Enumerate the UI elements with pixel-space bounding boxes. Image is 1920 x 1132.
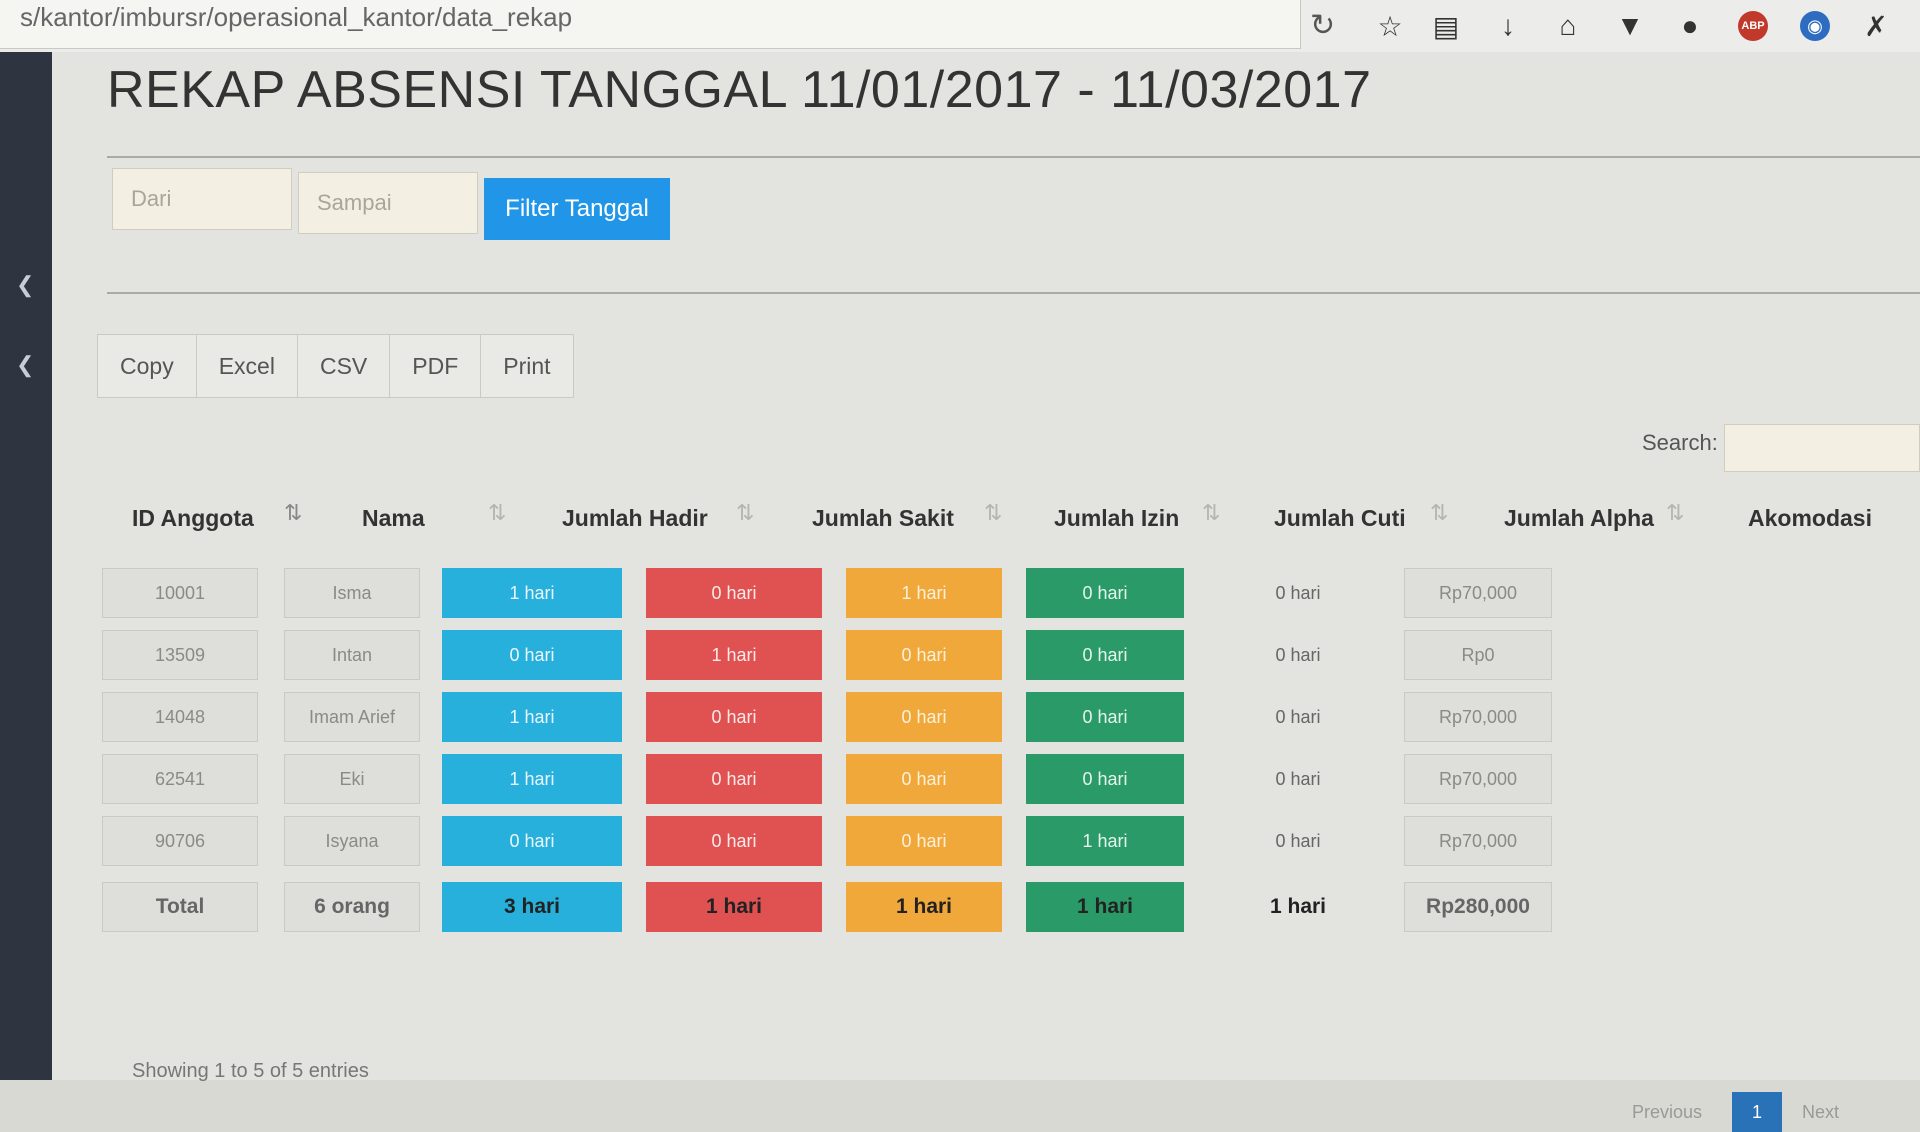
collapse-arrow-icon[interactable]: ❮	[16, 272, 34, 298]
cell-cuti: 0 hari	[1026, 568, 1184, 618]
print-button[interactable]: Print	[480, 334, 574, 398]
globe-icon[interactable]: ◉	[1800, 11, 1830, 41]
column-header-akomodasi[interactable]: Akomodasi	[1748, 498, 1872, 538]
sort-icon[interactable]: ⇅	[488, 500, 506, 526]
cell-id: 62541	[102, 754, 258, 804]
cell-hadir: 1 hari	[442, 568, 622, 618]
cell-cuti: 1 hari	[1026, 816, 1184, 866]
cell-id: 10001	[102, 568, 258, 618]
search-input[interactable]	[1724, 424, 1920, 472]
cell-alpha: 0 hari	[1275, 830, 1321, 851]
cell-sakit: 1 hari	[646, 630, 822, 680]
csv-button[interactable]: CSV	[296, 334, 391, 398]
copy-button[interactable]: Copy	[97, 334, 197, 398]
cell-cuti: 0 hari	[1026, 754, 1184, 804]
cell-izin: 0 hari	[846, 692, 1002, 742]
cell-cuti: 0 hari	[1026, 692, 1184, 742]
sort-icon[interactable]: ⇅	[1666, 500, 1684, 526]
cell-izin: 0 hari	[846, 630, 1002, 680]
cell-id: 13509	[102, 630, 258, 680]
browser-toolbar: s/kantor/imbursr/operasional_kantor/data…	[0, 0, 1920, 53]
sort-asc-icon[interactable]: ⇅	[284, 500, 302, 526]
date-from-input[interactable]	[112, 168, 292, 230]
export-button-group: Copy Excel CSV PDF Print	[97, 334, 574, 398]
cell-akomodasi: Rp280,000	[1404, 882, 1552, 932]
column-header-sakit[interactable]: Jumlah Sakit	[812, 498, 954, 538]
sort-icon[interactable]: ⇅	[1202, 500, 1220, 526]
pdf-button[interactable]: PDF	[389, 334, 482, 398]
previous-page-link[interactable]: Previous	[1632, 1102, 1702, 1123]
adblock-icon[interactable]: ABP	[1738, 11, 1768, 41]
cell-sakit: 1 hari	[646, 882, 822, 932]
cell-hadir: 3 hari	[442, 882, 622, 932]
tools-icon[interactable]: ✗	[1858, 8, 1894, 44]
cell-nama: Isyana	[284, 816, 420, 866]
cell-sakit: 0 hari	[646, 692, 822, 742]
collapse-arrow-icon[interactable]: ❮	[16, 352, 34, 378]
cell-nama: Intan	[284, 630, 420, 680]
excel-button[interactable]: Excel	[195, 334, 298, 398]
cell-hadir: 1 hari	[442, 692, 622, 742]
cell-cuti: 1 hari	[1026, 882, 1184, 932]
cell-alpha: 0 hari	[1275, 582, 1321, 603]
cell-alpha: 1 hari	[1269, 895, 1327, 918]
cell-nama: Imam Arief	[284, 692, 420, 742]
cell-nama: 6 orang	[284, 882, 420, 932]
page-title: REKAP ABSENSI TANGGAL 11/01/2017 - 11/03…	[107, 61, 1372, 119]
pocket-icon[interactable]: ▼	[1612, 8, 1648, 44]
download-icon[interactable]: ↓	[1490, 8, 1526, 44]
cell-id: 14048	[102, 692, 258, 742]
column-header-alpha[interactable]: Jumlah Alpha	[1504, 498, 1654, 538]
cell-id: Total	[102, 882, 258, 932]
column-header-cuti[interactable]: Jumlah Cuti	[1274, 498, 1406, 538]
main-content: REKAP ABSENSI TANGGAL 11/01/2017 - 11/03…	[52, 52, 1920, 1132]
cell-sakit: 0 hari	[646, 816, 822, 866]
divider	[107, 292, 1920, 294]
divider	[107, 156, 1920, 158]
cell-akomodasi: Rp70,000	[1404, 816, 1552, 866]
next-page-link[interactable]: Next	[1802, 1102, 1839, 1123]
cell-sakit: 0 hari	[646, 754, 822, 804]
cell-id: 90706	[102, 816, 258, 866]
cell-hadir: 0 hari	[442, 630, 622, 680]
column-header-hadir[interactable]: Jumlah Hadir	[562, 498, 708, 538]
sort-icon[interactable]: ⇅	[1430, 500, 1448, 526]
column-header-izin[interactable]: Jumlah Izin	[1054, 498, 1179, 538]
profile-icon[interactable]: ●	[1672, 8, 1708, 44]
cell-hadir: 1 hari	[442, 754, 622, 804]
address-bar-url: s/kantor/imbursr/operasional_kantor/data…	[20, 2, 573, 32]
cell-alpha: 0 hari	[1275, 706, 1321, 727]
column-header-id[interactable]: ID Anggota	[132, 498, 254, 538]
cell-izin: 0 hari	[846, 816, 1002, 866]
cell-izin: 1 hari	[846, 568, 1002, 618]
page-1-button[interactable]: 1	[1732, 1092, 1782, 1132]
cell-hadir: 0 hari	[442, 816, 622, 866]
reading-list-icon[interactable]: ▤	[1428, 8, 1464, 44]
cell-akomodasi: Rp70,000	[1404, 568, 1552, 618]
cell-alpha: 0 hari	[1275, 768, 1321, 789]
cell-alpha: 0 hari	[1275, 644, 1321, 665]
cell-izin: 1 hari	[846, 882, 1002, 932]
sidebar: ❮ ❮	[0, 52, 52, 1080]
cell-nama: Eki	[284, 754, 420, 804]
filter-date-button[interactable]: Filter Tanggal	[484, 178, 670, 240]
cell-izin: 0 hari	[846, 754, 1002, 804]
cell-nama: Isma	[284, 568, 420, 618]
cell-cuti: 0 hari	[1026, 630, 1184, 680]
cell-akomodasi: Rp70,000	[1404, 754, 1552, 804]
date-to-input[interactable]	[298, 172, 478, 234]
search-label: Search:	[1642, 430, 1718, 455]
cell-sakit: 0 hari	[646, 568, 822, 618]
reload-icon[interactable]: ↻	[1310, 8, 1335, 43]
home-icon[interactable]: ⌂	[1550, 8, 1586, 44]
sort-icon[interactable]: ⇅	[736, 500, 754, 526]
cell-akomodasi: Rp0	[1404, 630, 1552, 680]
cell-akomodasi: Rp70,000	[1404, 692, 1552, 742]
address-bar[interactable]: s/kantor/imbursr/operasional_kantor/data…	[0, 0, 1301, 49]
sort-icon[interactable]: ⇅	[984, 500, 1002, 526]
column-header-nama[interactable]: Nama	[362, 498, 425, 538]
bookmark-star-icon[interactable]: ☆	[1372, 8, 1408, 44]
